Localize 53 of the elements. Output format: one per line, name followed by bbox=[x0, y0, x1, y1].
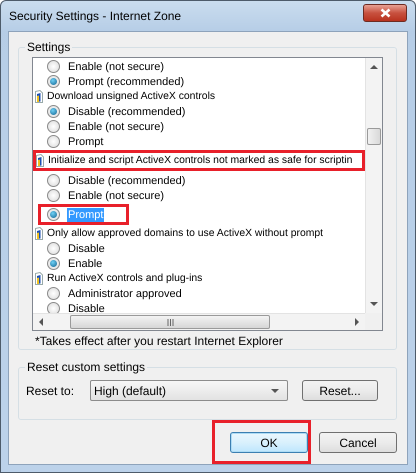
document-icon bbox=[35, 272, 43, 285]
radio-button[interactable] bbox=[47, 60, 60, 73]
radio-button[interactable] bbox=[47, 174, 60, 187]
option-label: Prompt bbox=[67, 208, 104, 222]
radio-button[interactable] bbox=[47, 105, 60, 118]
option-label: Administrator approved bbox=[67, 286, 183, 300]
reset-button[interactable]: Reset... bbox=[302, 380, 378, 401]
document-icon bbox=[36, 154, 44, 167]
radio-button[interactable] bbox=[47, 242, 60, 255]
setting-heading: Only allow approved domains to use ActiveX without prompt bbox=[47, 226, 324, 240]
dialog-button[interactable]: Cancel bbox=[319, 432, 397, 453]
option-label: Prompt bbox=[67, 134, 104, 148]
radio-button[interactable] bbox=[47, 302, 60, 313]
option-label: Disable (recommended) bbox=[67, 104, 186, 118]
radio-button[interactable] bbox=[47, 135, 60, 148]
close-icon bbox=[380, 8, 390, 18]
dialog-button[interactable]: OK bbox=[230, 432, 308, 453]
scroll-left-icon[interactable] bbox=[38, 318, 44, 326]
setting-heading: Initialize and script ActiveX controls not marked as safe for scriptin bbox=[48, 154, 352, 168]
setting-heading: Download unsigned ActiveX controls bbox=[47, 90, 216, 104]
option-label: Prompt (recommended) bbox=[67, 74, 186, 88]
radio-button[interactable] bbox=[47, 120, 60, 133]
grip-icon bbox=[166, 318, 174, 326]
option-label: Enable bbox=[67, 256, 104, 270]
group-title: Reset custom settings bbox=[25, 360, 148, 374]
option-label: Enable (not secure) bbox=[67, 188, 165, 202]
scroll-thumb[interactable] bbox=[70, 315, 270, 329]
option-label: Enable (not secure) bbox=[67, 120, 165, 134]
radio-button[interactable] bbox=[47, 257, 60, 270]
option-label: Disable (recommended) bbox=[67, 174, 186, 188]
radio-button[interactable] bbox=[47, 189, 60, 202]
option-label: Disable bbox=[67, 242, 106, 256]
document-icon bbox=[35, 90, 43, 103]
option-label: Enable (not secure) bbox=[67, 60, 165, 74]
window-title: Security Settings - Internet Zone bbox=[9, 9, 182, 23]
reset-level-dropdown[interactable]: High (default) bbox=[90, 380, 288, 401]
scroll-down-icon[interactable] bbox=[370, 301, 378, 307]
radio-button[interactable] bbox=[47, 75, 60, 88]
scroll-up-icon[interactable] bbox=[370, 64, 378, 70]
reset-label: Reset to: bbox=[26, 384, 76, 398]
group-title: Settings bbox=[25, 40, 72, 54]
vertical-scrollbar[interactable] bbox=[365, 58, 382, 313]
scroll-thumb[interactable] bbox=[367, 128, 381, 145]
close-button[interactable] bbox=[363, 4, 407, 22]
radio-button[interactable] bbox=[47, 208, 60, 221]
scroll-right-icon[interactable] bbox=[354, 318, 360, 326]
option-label: Disable bbox=[67, 302, 106, 313]
restart-note: *Takes effect after you restart Internet Explorer bbox=[34, 334, 284, 348]
radio-button[interactable] bbox=[47, 287, 60, 300]
setting-heading: Run ActiveX controls and plug-ins bbox=[47, 272, 202, 286]
horizontal-scrollbar[interactable] bbox=[33, 313, 365, 330]
document-icon bbox=[35, 227, 43, 240]
dropdown-caret-icon[interactable] bbox=[271, 388, 279, 394]
